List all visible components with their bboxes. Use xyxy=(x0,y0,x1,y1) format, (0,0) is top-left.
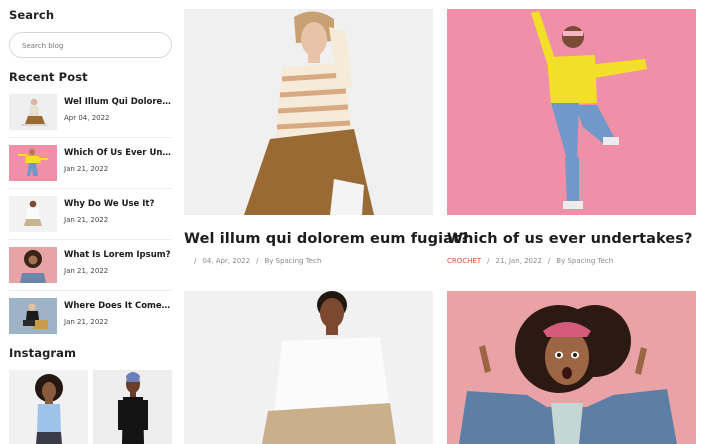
recent-post-date: Apr 04, 2022 xyxy=(64,114,110,122)
recent-post-thumbnail[interactable] xyxy=(9,196,57,232)
post-meta: /04, Apr, 2022/By Spacing Tech xyxy=(194,257,322,265)
recent-post-title-link[interactable]: Which Of Us Ever Unde... xyxy=(64,148,172,158)
recent-post-title-link[interactable]: Why Do We Use It? xyxy=(64,199,172,209)
post-title[interactable]: Wel illum qui dolorem eum fugiat? xyxy=(184,231,469,247)
post-meta: CROCHET/21, Jan, 2022/By Spacing Tech xyxy=(447,257,614,265)
post-title[interactable]: Which of us ever undertakes? xyxy=(447,231,693,247)
post-date: 04, Apr, 2022 xyxy=(202,257,251,265)
post-date: 21, Jan, 2022 xyxy=(495,257,542,265)
recent-post-date: Jan 21, 2022 xyxy=(64,267,109,275)
divider xyxy=(9,137,172,138)
search-input[interactable] xyxy=(10,34,171,58)
instagram-image[interactable] xyxy=(9,370,88,444)
search-box[interactable] xyxy=(9,32,172,58)
recent-post-item[interactable]: Which Of Us Ever Unde... Jan 21, 2022 xyxy=(9,145,172,181)
recent-post-title-link[interactable]: What Is Lorem Ipsum? xyxy=(64,250,172,260)
recent-post-thumbnail[interactable] xyxy=(9,94,57,130)
search-widget-title: Search xyxy=(9,8,55,22)
post-image[interactable] xyxy=(184,291,433,444)
instagram-image[interactable] xyxy=(93,370,172,444)
post-image[interactable] xyxy=(184,9,433,215)
recent-post-item[interactable]: Where Does It Come Fr... Jan 21, 2022 xyxy=(9,298,172,334)
post-category[interactable]: CROCHET xyxy=(447,257,481,265)
recent-post-title: Recent Post xyxy=(9,70,88,84)
recent-post-item[interactable]: What Is Lorem Ipsum? Jan 21, 2022 xyxy=(9,247,172,283)
divider xyxy=(9,188,172,189)
recent-post-date: Jan 21, 2022 xyxy=(64,216,109,224)
recent-post-thumbnail[interactable] xyxy=(9,145,57,181)
post-image[interactable] xyxy=(447,9,696,215)
recent-post-date: Jan 21, 2022 xyxy=(64,165,109,173)
recent-post-item[interactable]: Wel Illum Qui Dolorem ... Apr 04, 2022 xyxy=(9,94,172,130)
recent-post-date: Jan 21, 2022 xyxy=(64,318,109,326)
recent-post-title-link[interactable]: Where Does It Come Fr... xyxy=(64,301,172,311)
post-author[interactable]: By Spacing Tech xyxy=(264,257,321,265)
recent-post-thumbnail[interactable] xyxy=(9,298,57,334)
post-image[interactable] xyxy=(447,291,696,444)
recent-post-thumbnail[interactable] xyxy=(9,247,57,283)
post-author[interactable]: By Spacing Tech xyxy=(556,257,613,265)
recent-post-item[interactable]: Why Do We Use It? Jan 21, 2022 xyxy=(9,196,172,232)
divider xyxy=(9,290,172,291)
instagram-title: Instagram xyxy=(9,346,77,360)
recent-post-title-link[interactable]: Wel Illum Qui Dolorem ... xyxy=(64,97,172,107)
divider xyxy=(9,239,172,240)
